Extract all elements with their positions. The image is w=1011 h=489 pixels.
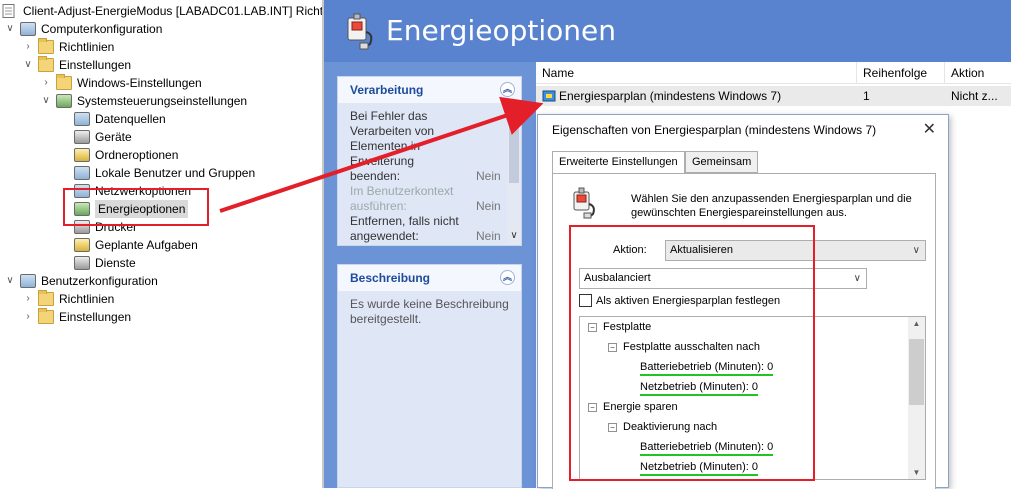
annotation-arrow [219,96,544,213]
